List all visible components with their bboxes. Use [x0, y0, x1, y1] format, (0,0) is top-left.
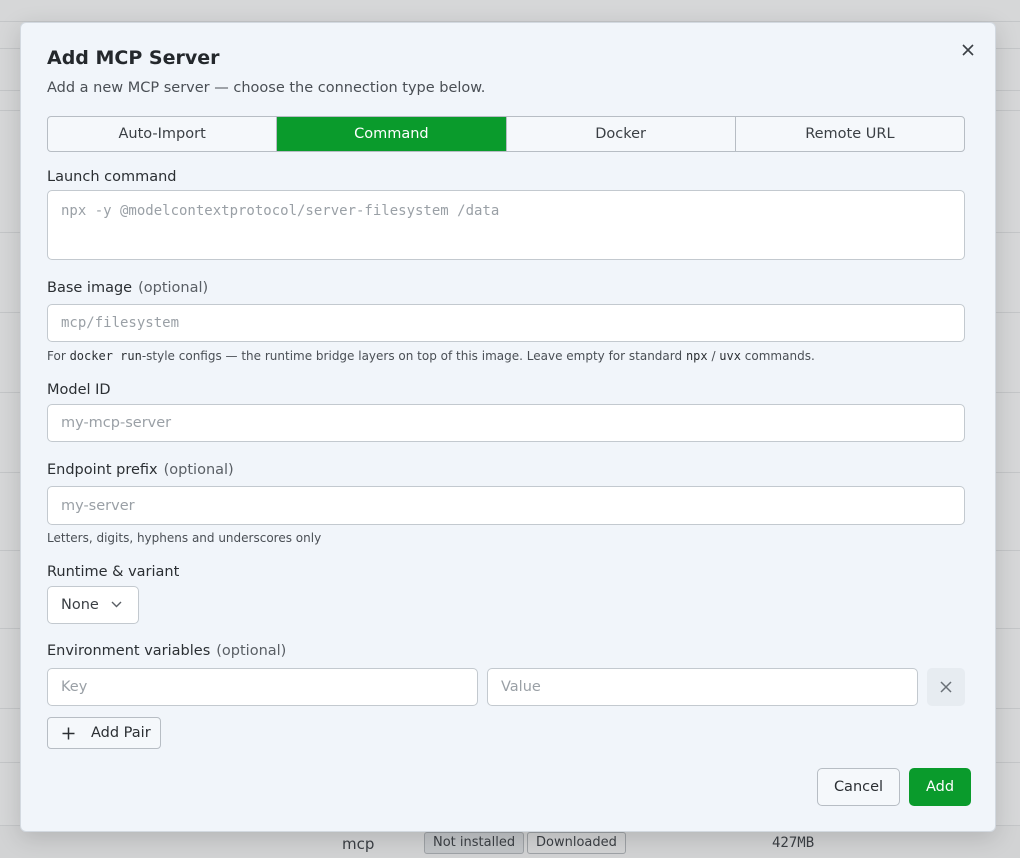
endpoint-prefix-hint: Letters, digits, hyphens and underscores… [47, 531, 322, 545]
model-id-label-text: Model ID [47, 382, 111, 398]
base-image-label: Base image (optional) [47, 280, 208, 296]
launch-command-input[interactable]: npx -y @modelcontextprotocol/server-file… [47, 190, 965, 260]
tab-auto-import[interactable]: Auto-Import [48, 117, 278, 151]
add-button[interactable]: Add [909, 768, 971, 806]
env-value-input[interactable]: Value [487, 668, 918, 706]
model-id-input[interactable]: my-mcp-server [47, 404, 965, 442]
tab-remote-url[interactable]: Remote URL [736, 117, 964, 151]
plus-icon [62, 727, 75, 739]
close-icon [940, 681, 952, 693]
runtime-selected-value: None [61, 597, 99, 613]
model-id-label: Model ID [47, 382, 111, 398]
launch-command-label-text: Launch command [47, 169, 177, 185]
model-id-placeholder: my-mcp-server [61, 415, 172, 431]
base-image-input[interactable]: mcp/filesystem [47, 304, 965, 342]
close-icon [962, 44, 974, 56]
chevron-down-icon [111, 601, 122, 608]
hint-code: npx [685, 349, 708, 363]
base-image-placeholder: mcp/filesystem [61, 315, 180, 331]
optional-tag: (optional) [216, 643, 287, 659]
status-badge-not-installed: Not installed [424, 832, 525, 854]
runtime-label-text: Runtime & variant [47, 564, 180, 580]
optional-tag: (optional) [138, 280, 209, 296]
base-image-label-text: Base image [47, 280, 133, 296]
dialog-title: Add MCP Server [47, 47, 220, 69]
add-pair-button[interactable]: Add Pair [47, 717, 161, 749]
endpoint-prefix-placeholder: my-server [61, 497, 135, 514]
env-key-input[interactable]: Key [47, 668, 478, 706]
background-row-name: mcp [342, 835, 375, 853]
env-vars-label: Environment variables (optional) [47, 643, 286, 659]
hint-code: docker run [69, 349, 142, 363]
add-mcp-server-dialog: Add MCP Server Add a new MCP server — ch… [20, 22, 996, 832]
optional-tag: (optional) [163, 462, 234, 478]
cancel-button[interactable]: Cancel [817, 768, 900, 806]
base-image-hint: For docker run-style configs — the runti… [47, 349, 815, 363]
tab-command[interactable]: Command [277, 117, 507, 151]
env-value-placeholder: Value [501, 679, 541, 695]
endpoint-prefix-label: Endpoint prefix (optional) [47, 462, 234, 478]
hint-text: For [47, 349, 70, 363]
runtime-label: Runtime & variant [47, 564, 179, 580]
tab-docker[interactable]: Docker [507, 117, 736, 151]
add-pair-label: Add Pair [91, 725, 151, 741]
hint-text: / [707, 349, 720, 363]
launch-command-label: Launch command [47, 169, 177, 185]
dialog-subtitle: Add a new MCP server — choose the connec… [47, 80, 486, 96]
env-key-placeholder: Key [61, 679, 88, 695]
endpoint-prefix-label-text: Endpoint prefix [47, 462, 158, 478]
close-button[interactable] [957, 39, 979, 61]
hint-text: -style configs — the runtime bridge laye… [141, 349, 686, 363]
launch-command-placeholder: npx -y @modelcontextprotocol/server-file… [61, 203, 500, 219]
hint-text: commands. [740, 349, 815, 363]
endpoint-prefix-input[interactable]: my-server [47, 486, 965, 525]
remove-env-pair-button[interactable] [927, 668, 965, 706]
background-row-size: 427MB [772, 835, 815, 851]
hint-code: uvx [719, 349, 741, 363]
runtime-select[interactable]: None [47, 586, 139, 624]
env-vars-label-text: Environment variables [47, 643, 211, 659]
connection-type-tabs: Auto-Import Command Docker Remote URL [47, 116, 965, 152]
status-badge-downloaded: Downloaded [527, 832, 626, 854]
